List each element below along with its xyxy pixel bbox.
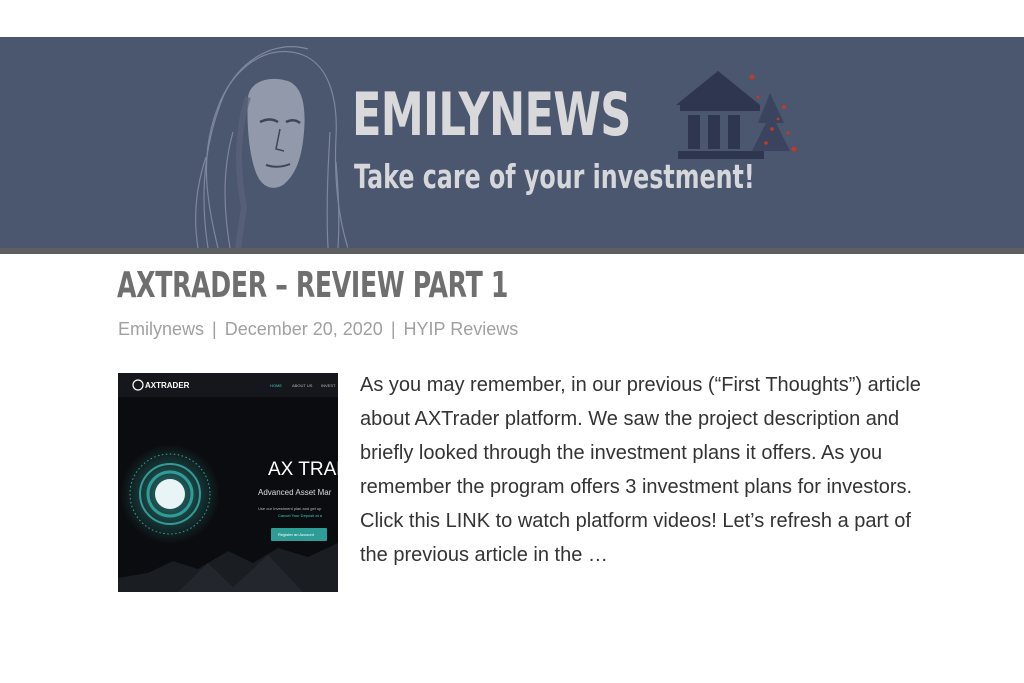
thumb-nav-item: INVEST bbox=[321, 383, 336, 388]
site-header-banner[interactable]: EMILYNEWS Take care of your investment! bbox=[0, 37, 1024, 248]
bank-building-icon bbox=[676, 71, 797, 159]
axtrader-screenshot: AXTRADER HOME ABOUT US INVEST AX TRAD Ad… bbox=[118, 373, 338, 592]
thumb-cta: Register an Account bbox=[278, 532, 315, 537]
post-thumbnail[interactable]: AXTRADER HOME ABOUT US INVEST AX TRAD Ad… bbox=[118, 373, 338, 592]
thumb-logo: AXTRADER bbox=[145, 381, 190, 390]
post-author-link[interactable]: Emilynews bbox=[118, 319, 204, 339]
thumb-subheading: Advanced Asset Mar bbox=[258, 488, 332, 497]
meta-separator: | bbox=[212, 319, 217, 339]
thumb-heading: AX TRAD bbox=[268, 459, 338, 480]
thumb-line-2: Cancel Your Deposit at a bbox=[278, 513, 323, 518]
banner-divider bbox=[0, 248, 1024, 254]
site-title[interactable]: EMILYNEWS bbox=[352, 75, 631, 155]
thumb-nav-item: HOME bbox=[270, 383, 282, 388]
post-category-link[interactable]: HYIP Reviews bbox=[404, 319, 519, 339]
thumb-line-1: Use our Investment plan and get up bbox=[258, 506, 322, 511]
post-excerpt: As you may remember, in our previous (“F… bbox=[360, 374, 921, 566]
portrait-illustration bbox=[195, 46, 348, 248]
site-tagline: Take care of your investment! bbox=[354, 157, 755, 196]
meta-separator: | bbox=[390, 319, 396, 339]
post-title[interactable]: AXTRADER – REVIEW PART 1 bbox=[117, 262, 508, 310]
post-meta: Emilynews | December 20, 2020 | HYIP Reviews bbox=[118, 317, 518, 341]
post-date-link[interactable]: December 20, 2020 bbox=[225, 319, 383, 339]
thumb-nav-item: ABOUT US bbox=[292, 383, 313, 388]
